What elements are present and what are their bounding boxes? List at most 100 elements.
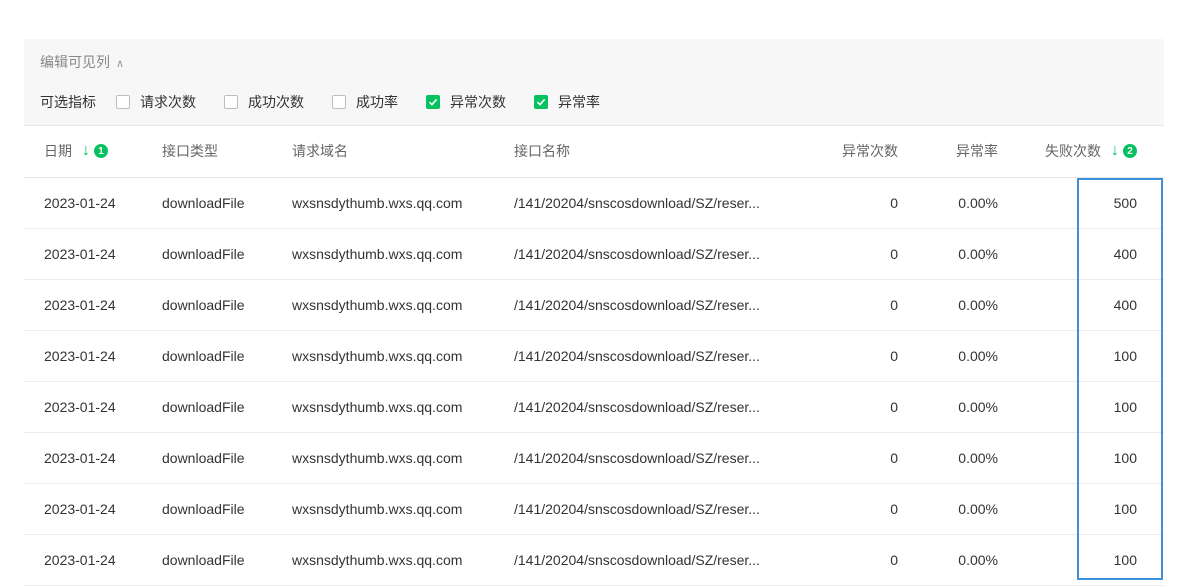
data-table: 日期 ↓ 1 接口类型 请求域名 接口名称 异常次数 异常率 失败次数 ↓ 2 … [24, 125, 1164, 586]
cell-failures-text: 100 [1113, 450, 1137, 466]
cell-domain-text: wxsnsdythumb.wxs.qq.com [292, 450, 463, 466]
cell-domain: wxsnsdythumb.wxs.qq.com [292, 331, 462, 381]
cell-date: 2023-01-24 [44, 280, 116, 330]
metric-option[interactable]: 异常次数 [426, 92, 506, 112]
cell-exception-rate: 0.00% [958, 535, 998, 585]
cell-domain-text: wxsnsdythumb.wxs.qq.com [292, 399, 463, 415]
table-row[interactable]: 2023-01-24 downloadFile wxsnsdythumb.wxs.q… [24, 178, 1164, 229]
cell-type: downloadFile [162, 382, 245, 432]
header-exceptions: 异常次数 [842, 125, 898, 177]
cell-domain-text: wxsnsdythumb.wxs.qq.com [292, 195, 463, 211]
cell-type-text: downloadFile [162, 348, 245, 364]
cell-name: /141/20204/snscosdownload/SZ/reser... [514, 331, 789, 381]
cell-domain-text: wxsnsdythumb.wxs.qq.com [292, 297, 463, 313]
metric-option-label: 成功次数 [248, 94, 304, 110]
header-type-label: 接口类型 [162, 143, 218, 159]
cell-name: /141/20204/snscosdownload/SZ/reser... [514, 382, 789, 432]
metric-option[interactable]: 异常率 [534, 92, 600, 112]
cell-date-text: 2023-01-24 [44, 246, 116, 262]
metric-option[interactable]: 请求次数 [116, 92, 196, 112]
cell-domain-text: wxsnsdythumb.wxs.qq.com [292, 246, 463, 262]
cell-exception-rate: 0.00% [958, 280, 998, 330]
header-failures-label: 失败次数 [1045, 143, 1101, 159]
cell-domain-text: wxsnsdythumb.wxs.qq.com [292, 348, 463, 364]
cell-date-text: 2023-01-24 [44, 552, 116, 568]
cell-name: /141/20204/snscosdownload/SZ/reser... [514, 433, 789, 483]
cell-failures: 400 [1114, 280, 1137, 330]
metric-option-label: 异常率 [558, 94, 600, 110]
cell-failures: 100 [1114, 433, 1137, 483]
cell-failures: 100 [1114, 484, 1137, 534]
table-row[interactable]: 2023-01-24 downloadFile wxsnsdythumb.wxs.q… [24, 484, 1164, 535]
cell-domain-text: wxsnsdythumb.wxs.qq.com [292, 552, 463, 568]
metric-option[interactable]: 成功次数 [224, 92, 304, 112]
edit-columns-toggle[interactable]: 编辑可见列 ∧ [40, 52, 124, 72]
cell-type: downloadFile [162, 178, 245, 228]
cell-exception-rate: 0.00% [958, 433, 998, 483]
checkbox[interactable] [534, 95, 548, 109]
arrow-down-icon[interactable]: ↓ [1111, 143, 1119, 159]
cell-exception-rate-text: 0.00% [958, 501, 998, 517]
table-row[interactable]: 2023-01-24 downloadFile wxsnsdythumb.wxs.q… [24, 382, 1164, 433]
cell-domain-text: wxsnsdythumb.wxs.qq.com [292, 501, 463, 517]
sort-order-badge: 1 [94, 144, 108, 158]
sort-order-badge: 2 [1123, 144, 1137, 158]
cell-exceptions: 0 [890, 331, 898, 381]
cell-name: /141/20204/snscosdownload/SZ/reser... [514, 280, 789, 330]
cell-type: downloadFile [162, 331, 245, 381]
cell-date: 2023-01-24 [44, 535, 116, 585]
cell-exceptions-text: 0 [890, 399, 898, 415]
cell-exceptions-text: 0 [890, 552, 898, 568]
cell-failures-text: 400 [1113, 246, 1137, 262]
cell-failures: 100 [1114, 535, 1137, 585]
cell-name: /141/20204/snscosdownload/SZ/reser... [514, 535, 789, 585]
cell-date-text: 2023-01-24 [44, 399, 116, 415]
cell-exceptions-text: 0 [890, 501, 898, 517]
cell-type-text: downloadFile [162, 552, 245, 568]
cell-domain: wxsnsdythumb.wxs.qq.com [292, 178, 462, 228]
cell-date: 2023-01-24 [44, 484, 116, 534]
cell-type-text: downloadFile [162, 246, 245, 262]
metric-option[interactable]: 成功率 [332, 92, 398, 112]
cell-date: 2023-01-24 [44, 331, 116, 381]
cell-name: /141/20204/snscosdownload/SZ/reser... [514, 484, 789, 534]
header-date[interactable]: 日期 ↓ 1 [44, 125, 108, 177]
cell-type: downloadFile [162, 229, 245, 279]
cell-domain: wxsnsdythumb.wxs.qq.com [292, 484, 462, 534]
table-row[interactable]: 2023-01-24 downloadFile wxsnsdythumb.wxs.q… [24, 535, 1164, 586]
cell-exceptions: 0 [890, 433, 898, 483]
cell-exception-rate-text: 0.00% [958, 195, 998, 211]
table-row[interactable]: 2023-01-24 downloadFile wxsnsdythumb.wxs.q… [24, 229, 1164, 280]
cell-date-text: 2023-01-24 [44, 501, 116, 517]
cell-type-text: downloadFile [162, 450, 245, 466]
cell-failures: 100 [1114, 382, 1137, 432]
checkbox[interactable] [426, 95, 440, 109]
table-row[interactable]: 2023-01-24 downloadFile wxsnsdythumb.wxs.q… [24, 433, 1164, 484]
check-icon [428, 98, 438, 106]
checkbox[interactable] [332, 95, 346, 109]
cell-date-text: 2023-01-24 [44, 297, 116, 313]
checkbox[interactable] [116, 95, 130, 109]
header-exceptions-label: 异常次数 [842, 143, 898, 159]
table-row[interactable]: 2023-01-24 downloadFile wxsnsdythumb.wxs.q… [24, 280, 1164, 331]
cell-exceptions-text: 0 [890, 348, 898, 364]
cell-exception-rate: 0.00% [958, 229, 998, 279]
cell-domain: wxsnsdythumb.wxs.qq.com [292, 535, 462, 585]
cell-failures: 100 [1114, 331, 1137, 381]
header-date-label: 日期 [44, 143, 72, 159]
cell-exceptions-text: 0 [890, 450, 898, 466]
arrow-down-icon[interactable]: ↓ [82, 143, 90, 159]
table-body: 2023-01-24 downloadFile wxsnsdythumb.wxs.q… [24, 178, 1164, 586]
cell-failures-text: 100 [1113, 348, 1137, 364]
table-row[interactable]: 2023-01-24 downloadFile wxsnsdythumb.wxs.q… [24, 331, 1164, 382]
metric-option-label: 请求次数 [140, 94, 196, 110]
cell-type: downloadFile [162, 433, 245, 483]
cell-exceptions-text: 0 [890, 297, 898, 313]
column-settings-panel: 编辑可见列 ∧ 可选指标 请求次数 成功次数 成功率 异常次数 异常率 [24, 39, 1164, 126]
header-failures[interactable]: 失败次数 ↓ 2 [1045, 125, 1137, 177]
checkbox[interactable] [224, 95, 238, 109]
cell-failures: 400 [1114, 229, 1137, 279]
cell-exceptions: 0 [890, 535, 898, 585]
cell-exception-rate-text: 0.00% [958, 552, 998, 568]
cell-exception-rate: 0.00% [958, 178, 998, 228]
